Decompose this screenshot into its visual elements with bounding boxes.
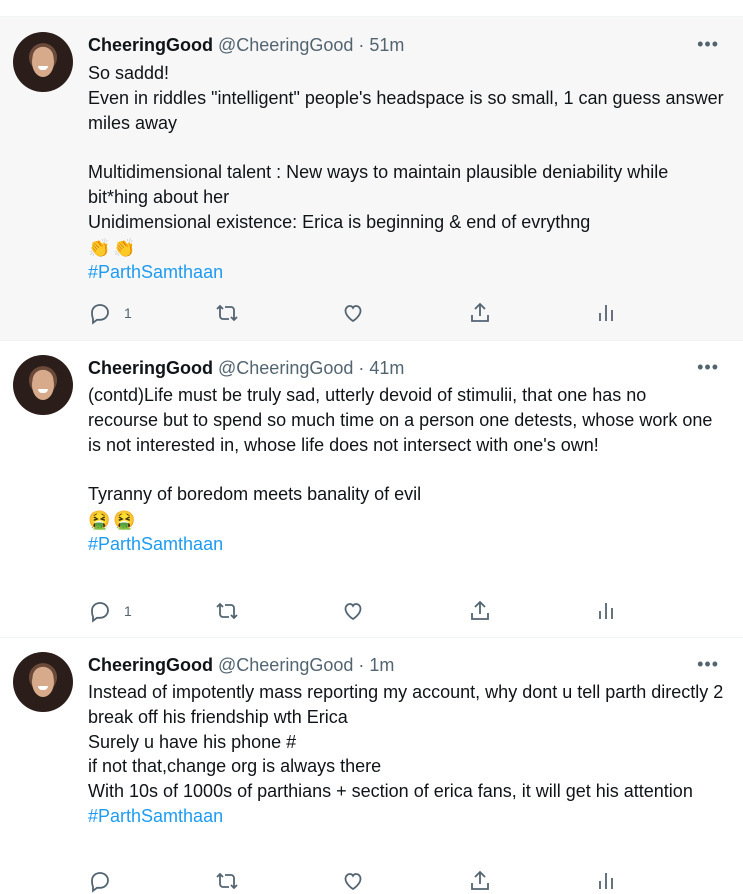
more-icon[interactable]: •••: [697, 357, 719, 378]
retweet-icon: [216, 872, 238, 890]
like-button[interactable]: [341, 300, 365, 326]
reply-icon: [91, 602, 109, 623]
tweet-line: Tyranny of boredom meets banality of evi…: [88, 484, 422, 505]
display-name[interactable]: CheeringGood: [88, 358, 213, 378]
tweet-header: CheeringGood @CheeringGood · 1m: [88, 654, 394, 676]
hashtag-link[interactable]: #ParthSamthaan: [88, 804, 728, 829]
vomiting-face-emoji: 🤮: [88, 510, 111, 531]
user-handle[interactable]: @CheeringGood: [218, 655, 353, 675]
analytics-icon: [599, 603, 613, 619]
analytics-button[interactable]: [594, 868, 618, 894]
heart-icon: [344, 873, 362, 891]
analytics-icon: [599, 305, 613, 321]
tweet-actions: [88, 868, 648, 894]
reply-button[interactable]: 1: [88, 598, 132, 624]
display-name[interactable]: CheeringGood: [88, 35, 213, 55]
separator: ·: [358, 358, 365, 378]
tweet-line: Instead of impotently mass reporting my …: [88, 682, 724, 727]
reply-button[interactable]: 1: [88, 300, 132, 326]
tweet-header: CheeringGood @CheeringGood · 51m: [88, 34, 404, 56]
share-button[interactable]: [468, 868, 492, 894]
timeline-top-border: [0, 0, 743, 17]
avatar[interactable]: [13, 355, 73, 415]
tweet-line: Unidimensional existence: Erica is begin…: [88, 211, 591, 232]
tweet-line: [88, 135, 728, 160]
hashtag-link[interactable]: #ParthSamthaan: [88, 532, 713, 557]
tweet-actions: 1: [88, 300, 648, 326]
avatar[interactable]: [13, 32, 73, 92]
retweet-icon: [216, 602, 238, 620]
tweet-line: With 10s of 1000s of parthians + section…: [88, 781, 693, 802]
retweet-button[interactable]: [215, 868, 239, 894]
heart-icon: [344, 305, 362, 323]
retweet-button[interactable]: [215, 300, 239, 326]
share-icon: [471, 302, 489, 322]
tweet-line: Surely u have his phone #: [88, 731, 297, 752]
analytics-button[interactable]: [594, 598, 618, 624]
clapping-hands-emoji: 👏: [113, 237, 136, 258]
clapping-hands-emoji: 👏: [88, 237, 111, 258]
share-button[interactable]: [468, 598, 492, 624]
tweet-line: (contd)Life must be truly sad, utterly d…: [88, 385, 713, 455]
like-button[interactable]: [341, 868, 365, 894]
timestamp[interactable]: 41m: [369, 358, 404, 378]
analytics-button[interactable]: [594, 300, 618, 326]
separator: ·: [358, 655, 365, 675]
heart-icon: [344, 603, 362, 621]
reply-count: 1: [124, 603, 132, 619]
tweet-line: [88, 457, 713, 482]
tweet-line: So saddd!: [88, 63, 170, 83]
tweet[interactable]: CheeringGood @CheeringGood · 51m ••• So …: [0, 17, 743, 340]
tweet-header: CheeringGood @CheeringGood · 41m: [88, 357, 404, 379]
share-icon: [471, 600, 489, 620]
tweet-text: (contd)Life must be truly sad, utterly d…: [88, 383, 713, 557]
hashtag-link[interactable]: #ParthSamthaan: [88, 260, 728, 285]
retweet-button[interactable]: [215, 598, 239, 624]
emoji-row: 🤮 🤮: [88, 507, 713, 532]
display-name[interactable]: CheeringGood: [88, 655, 213, 675]
reply-icon: [91, 304, 109, 325]
tweet-line: Even in riddles "intelligent" people's h…: [88, 87, 724, 133]
reply-button[interactable]: [88, 868, 112, 894]
share-icon: [471, 870, 489, 890]
tweet-line: Multidimensional talent : New ways to ma…: [88, 162, 669, 207]
avatar[interactable]: [13, 652, 73, 712]
analytics-icon: [599, 873, 613, 889]
emoji-row: 👏 👏: [88, 235, 728, 260]
tweet-text: Instead of impotently mass reporting my …: [88, 680, 728, 829]
share-button[interactable]: [468, 300, 492, 326]
tweet[interactable]: CheeringGood @CheeringGood · 1m ••• Inst…: [0, 637, 743, 893]
tweet[interactable]: CheeringGood @CheeringGood · 41m ••• (co…: [0, 340, 743, 638]
separator: ·: [358, 35, 365, 55]
tweet-text: So saddd! Even in riddles "intelligent" …: [88, 61, 728, 284]
user-handle[interactable]: @CheeringGood: [218, 358, 353, 378]
reply-icon: [91, 872, 109, 893]
tweet-line: if not that,change org is always there: [88, 756, 382, 777]
vomiting-face-emoji: 🤮: [113, 510, 136, 531]
timestamp[interactable]: 1m: [369, 655, 394, 675]
reply-count: 1: [124, 305, 132, 321]
timestamp[interactable]: 51m: [369, 35, 404, 55]
user-handle[interactable]: @CheeringGood: [218, 35, 353, 55]
like-button[interactable]: [341, 598, 365, 624]
more-icon[interactable]: •••: [697, 654, 719, 675]
more-icon[interactable]: •••: [697, 34, 719, 55]
retweet-icon: [216, 304, 238, 322]
tweet-actions: 1: [88, 598, 648, 624]
